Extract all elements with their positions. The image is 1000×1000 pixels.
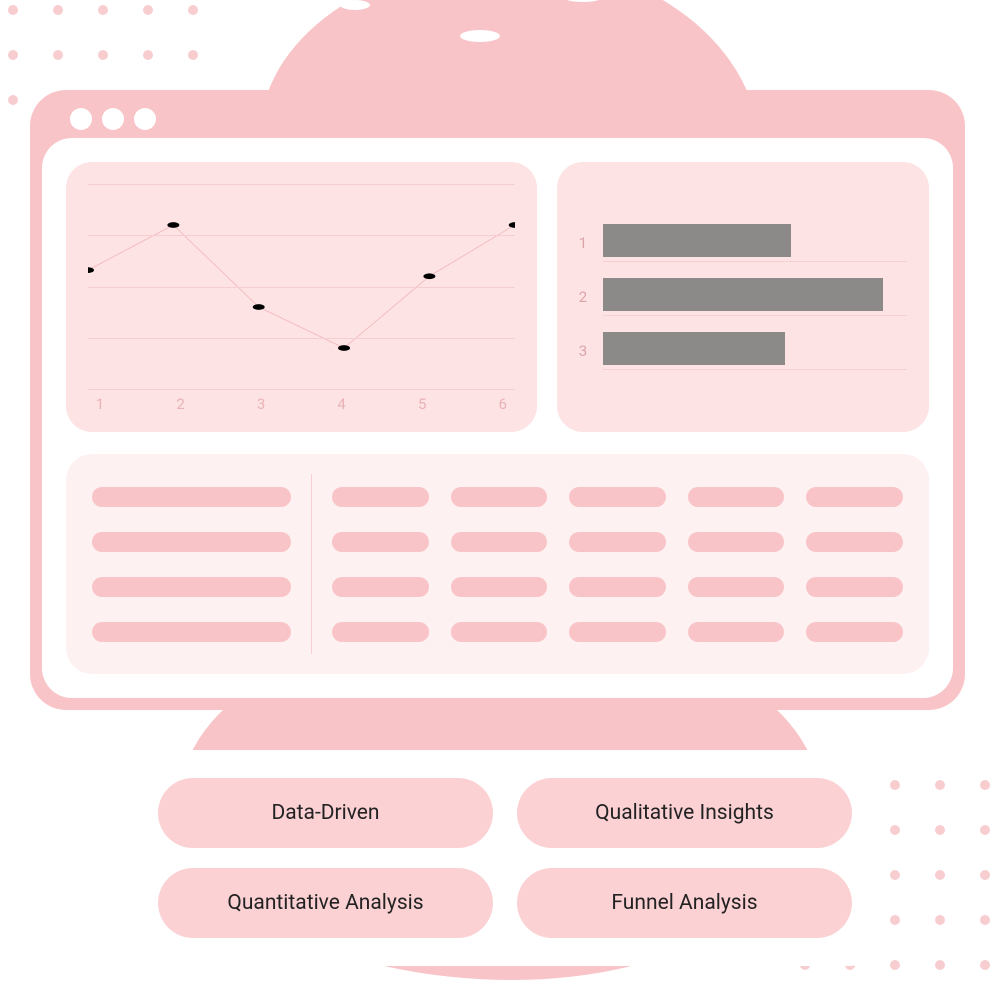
- qualitative-insights-button[interactable]: Qualitative Insights: [517, 778, 852, 848]
- table-cell-pill: [569, 487, 666, 507]
- table-label-pill: [92, 577, 291, 597]
- table-cell-pill: [332, 577, 429, 597]
- bar-fill: [603, 278, 883, 311]
- table-cell-pill: [569, 532, 666, 552]
- line-chart-tick: 4: [334, 395, 350, 413]
- window-dot-icon: [102, 108, 124, 130]
- bar-chart-panel: 1 2 3: [557, 162, 929, 432]
- table-cell-pill: [332, 532, 429, 552]
- line-chart-tick: 6: [495, 395, 511, 413]
- table-panel: [66, 454, 929, 674]
- table-row: [332, 532, 903, 552]
- quantitative-analysis-button[interactable]: Quantitative Analysis: [158, 868, 493, 938]
- table-cell-pill: [451, 622, 548, 642]
- browser-window: 1 2 3 4 5 6 1 2 3: [30, 90, 965, 710]
- table-label-column: [92, 474, 312, 654]
- bar-row: 2: [579, 278, 907, 316]
- window-controls: [70, 108, 156, 130]
- table-cell-pill: [688, 622, 785, 642]
- bar-row: 1: [579, 224, 907, 262]
- line-chart-tick: 5: [414, 395, 430, 413]
- table-row: [332, 622, 903, 642]
- table-cell-pill: [806, 577, 903, 597]
- table-cell-pill: [688, 577, 785, 597]
- table-cell-pill: [806, 622, 903, 642]
- table-cell-pill: [451, 577, 548, 597]
- table-label-pill: [92, 532, 291, 552]
- window-dot-icon: [70, 108, 92, 130]
- funnel-analysis-button[interactable]: Funnel Analysis: [517, 868, 852, 938]
- bar-fill: [603, 332, 786, 365]
- table-cell-pill: [451, 532, 548, 552]
- bar-fill: [603, 224, 792, 257]
- table-cell-pill: [688, 487, 785, 507]
- table-data-columns: [312, 474, 903, 654]
- table-label-pill: [92, 487, 291, 507]
- line-chart-panel: 1 2 3 4 5 6: [66, 162, 537, 432]
- table-cell-pill: [451, 487, 548, 507]
- table-label-pill: [92, 622, 291, 642]
- bar-row: 3: [579, 332, 907, 370]
- window-body: 1 2 3 4 5 6 1 2 3: [42, 138, 953, 698]
- table-cell-pill: [806, 487, 903, 507]
- table-cell-pill: [569, 577, 666, 597]
- line-chart-tick: 3: [253, 395, 269, 413]
- table-row: [332, 487, 903, 507]
- table-cell-pill: [332, 487, 429, 507]
- table-cell-pill: [332, 622, 429, 642]
- bar-label: 2: [579, 288, 593, 306]
- window-dot-icon: [134, 108, 156, 130]
- table-cell-pill: [688, 532, 785, 552]
- bar-chart-rows: 1 2 3: [579, 184, 907, 410]
- table-cell-pill: [569, 622, 666, 642]
- bar-label: 1: [579, 234, 593, 252]
- line-chart-plot: [88, 184, 515, 389]
- data-driven-button[interactable]: Data-Driven: [158, 778, 493, 848]
- line-chart-tick: 1: [92, 395, 108, 413]
- table-row: [332, 577, 903, 597]
- analysis-buttons-card: Data-Driven Qualitative Insights Quantit…: [130, 750, 880, 966]
- table-cell-pill: [806, 532, 903, 552]
- line-chart-x-ticks: 1 2 3 4 5 6: [88, 395, 515, 413]
- bar-label: 3: [579, 342, 593, 360]
- line-chart-tick: 2: [173, 395, 189, 413]
